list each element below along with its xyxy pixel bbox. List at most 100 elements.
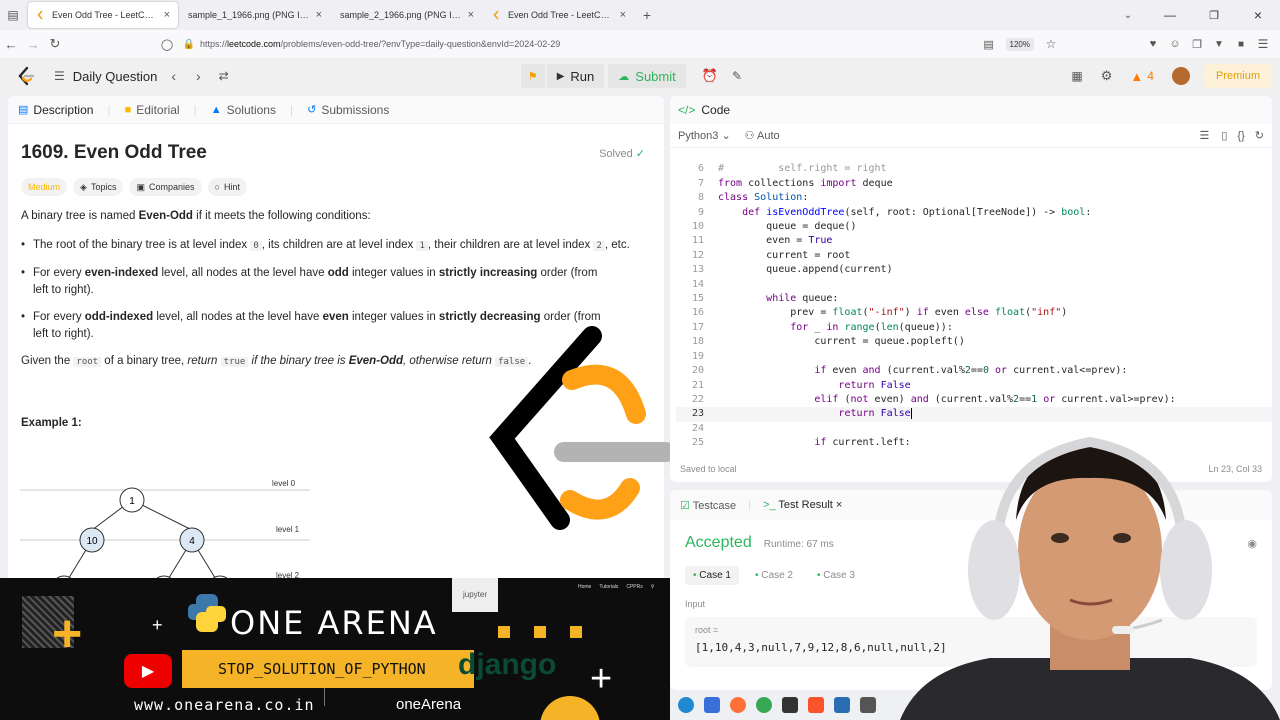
solved-label: Solved [599,147,633,160]
bookmark-star-icon[interactable]: ☆ [1040,37,1062,51]
run-button[interactable]: ▶ Run [546,64,605,88]
browser-tab-4[interactable]: Even Odd Tree - LeetCode - Ne… × [484,2,634,28]
forward-icon[interactable]: → [22,37,44,52]
layout-icon[interactable]: ▦ [1071,69,1082,83]
close-tab-icon[interactable]: × [316,9,322,21]
leetcode-watermark-logo [489,326,676,530]
case-tab-3[interactable]: • Case 3 [809,566,863,585]
browser-tab-3[interactable]: sample_2_1966.png (PNG Image, 4… × [332,2,482,28]
submit-button[interactable]: ☁ Submit [608,64,686,88]
premium-button[interactable]: Premium [1203,64,1272,88]
close-icon[interactable]: × [836,499,842,511]
terminal-icon: >_ [763,499,776,511]
tab-test-result[interactable]: >_ Test Result × [763,499,842,511]
settings-gear-icon[interactable]: ⚙ [1101,68,1113,84]
account-icon[interactable]: ☺ [1164,38,1186,50]
streak-fire-icon[interactable]: ▲ [1130,69,1143,84]
tab-submissions[interactable]: ↺ Submissions [307,103,389,117]
case-tab-2[interactable]: • Case 2 [747,566,801,585]
notes-icon[interactable]: ✎ [732,69,742,83]
tab-description[interactable]: ▤ Description [18,103,93,117]
timer-icon[interactable]: ⏰ [702,68,718,84]
runtime-label: Runtime: 67 ms [763,539,834,550]
daily-question-label[interactable]: Daily Question [73,69,158,84]
tab-label: Test Result [778,499,833,511]
tab-title: Even Odd Tree - LeetCode [52,10,158,20]
chrome-icon[interactable] [756,697,772,713]
code-line: 7 from collections import deque [697,177,893,189]
zoom-badge[interactable]: 120% [1005,37,1034,51]
firefox-icon[interactable] [730,697,746,713]
close-tab-icon[interactable]: × [620,9,626,21]
extension-terminal-icon[interactable]: ■ [1230,39,1252,50]
companies-tag[interactable]: ▣ Companies [129,178,202,196]
format-icon[interactable]: ☰ [1199,129,1209,142]
terminal-icon[interactable] [782,697,798,713]
extensions-icon[interactable]: ❐ [1186,38,1208,51]
code-line: 6 # self.right = right [697,163,887,175]
tab-list-icon[interactable]: ▤ [0,8,26,22]
check-box-icon: ☑ [680,499,690,512]
lightbulb-icon: ○ [214,182,220,192]
inline-code: 1 [416,241,428,251]
shuffle-icon[interactable]: ⇄ [219,69,229,83]
tab-editorial[interactable]: ■ Editorial [125,103,180,117]
text-italic: if the binary tree is [248,355,349,367]
menu-icon[interactable]: ☰ [1252,37,1274,51]
edge-icon[interactable] [678,697,694,713]
problem-list-icon[interactable]: ☰ [54,69,65,83]
close-tab-icon[interactable]: × [468,9,474,21]
inline-code: root [73,357,102,367]
chevron-down-icon: ⌄ [721,130,731,142]
browser-tab-1[interactable]: Even Odd Tree - LeetCode × [28,2,178,28]
cloud-upload-icon: ☁ [618,70,630,83]
bookmark-icon[interactable]: ▯ [1221,129,1227,142]
leetcode-favicon-icon [37,10,43,20]
shield-icon[interactable]: ◯ [156,38,178,51]
leetcode-logo-icon[interactable] [16,66,36,86]
close-window-icon[interactable]: × [1236,7,1280,23]
vpn-icon[interactable]: ▼ [1208,39,1230,50]
problem-title[interactable]: 1609. Even Odd Tree [21,142,207,164]
restore-icon[interactable]: ❐ [1192,9,1236,22]
resolve-icon[interactable] [834,697,850,713]
play-icon: ▶ [556,70,565,82]
streak-count: 4 [1147,69,1154,83]
hint-tag[interactable]: ○ Hint [207,178,247,196]
tab-solutions[interactable]: ▲ Solutions [211,103,276,117]
lock-icon: ▣ [136,181,145,192]
app-icon[interactable] [860,697,876,713]
text: of a binary tree, [101,355,188,367]
store-icon[interactable] [704,697,720,713]
avatar[interactable] [1171,67,1190,85]
code-area[interactable]: 6 # self.right = right 7 from collections i… [676,148,1272,448]
brave-icon[interactable] [808,697,824,713]
inline-code: 2 [593,241,605,251]
case-tab-1[interactable]: • Case 1 [685,566,739,585]
auto-mode[interactable]: ⚇ Auto [745,129,780,142]
channel-banner: + + ONE ARENA jupyter Home Tutorials CPPRs… [0,578,670,720]
browser-tab-2[interactable]: sample_1_1966.png (PNG Image, 4… × [180,2,330,28]
tab-testcase[interactable]: ☑ Testcase [680,499,736,512]
slogan-text: STOP_SOLUTION_OF_PYTHON [218,660,426,678]
language-select[interactable]: Python3 ⌄ [678,129,731,142]
topics-tag[interactable]: ◈ Topics [73,178,124,196]
code-line: 21 return False [691,379,911,391]
new-tab-icon[interactable]: + [634,7,660,23]
back-icon[interactable]: ← [0,37,22,52]
reader-view-icon[interactable]: ▤ [978,38,1000,51]
debug-icon[interactable]: ⚑ [520,64,545,88]
code-line: 15 while queue: [691,293,839,305]
pocket-icon[interactable]: ♥ [1142,38,1164,50]
braces-icon[interactable]: {} [1237,130,1244,142]
tab-overflow-icon[interactable]: ⌄ [1108,10,1148,21]
url-field[interactable]: https://leetcode.com/problems/even-odd-t… [200,39,560,49]
code-line: 19 [691,350,704,362]
next-problem-icon[interactable]: › [196,68,201,84]
reset-icon[interactable]: ↻ [1255,129,1264,142]
minimize-icon[interactable]: — [1148,8,1192,22]
prev-problem-icon[interactable]: ‹ [171,68,176,84]
text: level, all nodes at the level have [153,311,323,323]
close-tab-icon[interactable]: × [164,9,170,21]
reload-icon[interactable]: ↻ [44,36,66,52]
